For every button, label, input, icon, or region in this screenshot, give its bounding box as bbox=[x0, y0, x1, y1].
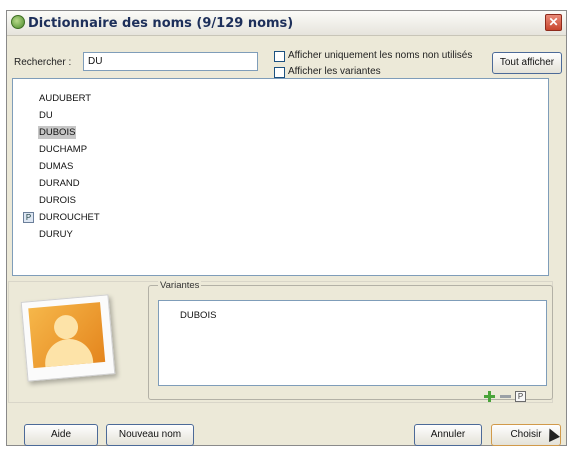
list-item[interactable]: DURAND bbox=[38, 177, 81, 190]
list-item[interactable]: DUCHAMP bbox=[38, 143, 88, 156]
list-item[interactable]: DUMAS bbox=[38, 160, 74, 173]
list-item[interactable]: DUROUCHET bbox=[38, 211, 101, 224]
avatar-image bbox=[28, 302, 106, 369]
search-label: Rechercher : bbox=[14, 57, 72, 68]
list-item[interactable]: AUDUBERT bbox=[38, 92, 92, 105]
avatar-icon bbox=[20, 294, 116, 382]
show-variants-label: Afficher les variantes bbox=[288, 66, 381, 77]
variant-item[interactable]: DUBOIS bbox=[180, 310, 216, 321]
show-all-button[interactable]: Tout afficher bbox=[492, 52, 562, 74]
new-name-button[interactable]: Nouveau nom bbox=[106, 424, 194, 446]
unused-only-label: Afficher uniquement les noms non utilisé… bbox=[288, 50, 473, 61]
avatar-head bbox=[53, 314, 80, 341]
plus-icon[interactable] bbox=[484, 391, 495, 402]
list-item[interactable]: DU bbox=[38, 109, 54, 122]
show-variants-checkbox[interactable] bbox=[274, 67, 285, 78]
list-item[interactable]: DUROIS bbox=[38, 194, 77, 207]
cancel-button[interactable]: Annuler bbox=[414, 424, 482, 446]
list-item[interactable]: DUBOIS bbox=[38, 126, 77, 139]
names-list[interactable] bbox=[12, 78, 549, 276]
unused-only-checkbox[interactable] bbox=[274, 51, 285, 62]
p-icon[interactable]: P bbox=[515, 391, 526, 402]
help-button[interactable]: Aide bbox=[24, 424, 98, 446]
minus-icon[interactable] bbox=[500, 391, 511, 402]
title-bar: Dictionnaire des noms (9/129 noms) ✕ bbox=[7, 11, 566, 36]
list-item[interactable]: DURUY bbox=[38, 228, 74, 241]
variants-group-label: Variantes bbox=[158, 280, 202, 291]
p-icon: P bbox=[23, 212, 34, 223]
dialog-title: Dictionnaire des noms (9/129 noms) bbox=[28, 16, 294, 31]
app-icon bbox=[11, 15, 25, 29]
search-input[interactable]: DU bbox=[83, 52, 258, 71]
avatar-body bbox=[43, 336, 94, 369]
close-button[interactable]: ✕ bbox=[545, 14, 562, 31]
